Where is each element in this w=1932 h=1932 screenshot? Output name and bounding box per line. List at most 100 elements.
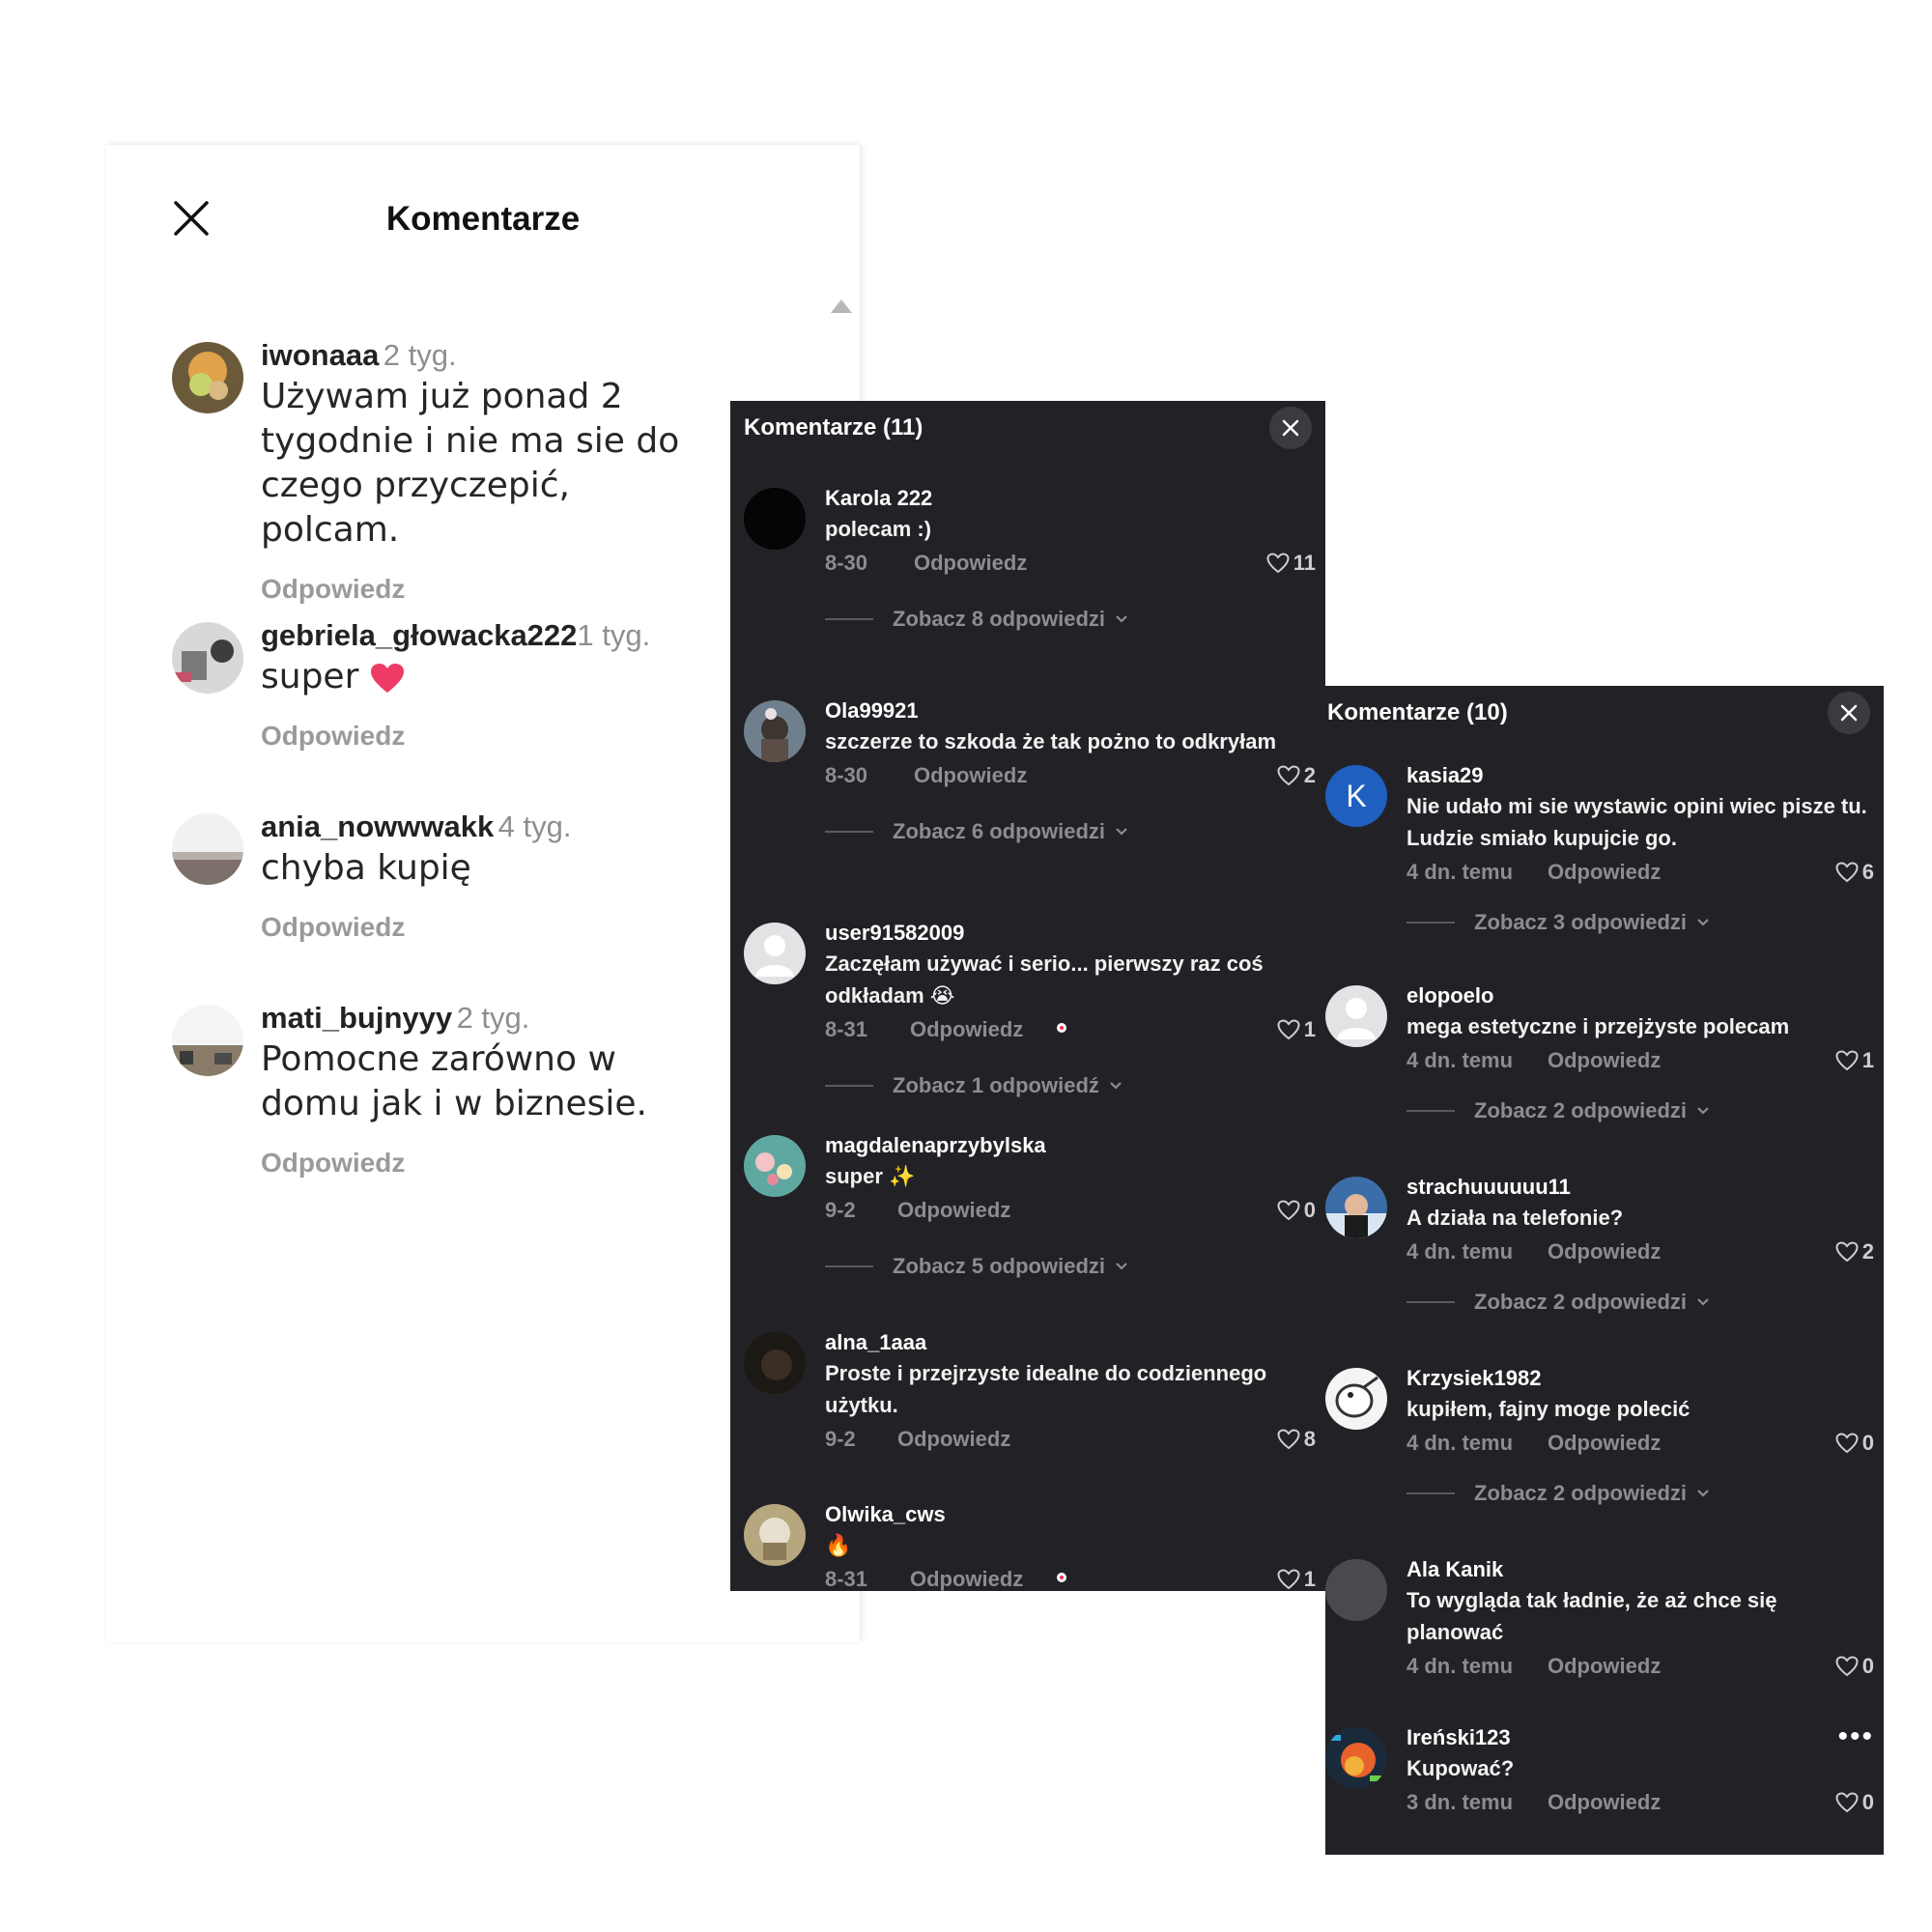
more-options-icon[interactable]: ••• xyxy=(1837,1722,1874,1751)
avatar[interactable] xyxy=(1325,1559,1387,1621)
heart-outline-icon xyxy=(1277,1569,1300,1590)
avatar[interactable] xyxy=(744,488,806,550)
avatar[interactable] xyxy=(1325,985,1387,1047)
comment-item: gebriela_głowacka2221 tyg. super Odpowie… xyxy=(172,618,674,763)
reply-button[interactable]: Odpowiedz xyxy=(910,1017,1023,1042)
panel-title: Komentarze (11) xyxy=(744,414,923,440)
reply-button[interactable]: Odpowiedz xyxy=(897,1198,1010,1223)
like-button[interactable]: 1 xyxy=(1277,1017,1316,1042)
like-button[interactable]: 11 xyxy=(1266,551,1316,576)
comment-text: Proste i przejrzyste idealne do codzienn… xyxy=(825,1361,1267,1417)
comment-text: kupiłem, fajny moge polecić xyxy=(1406,1397,1690,1421)
username[interactable]: ania_nowwwakk xyxy=(261,810,494,843)
username[interactable]: Krzysiek1982 xyxy=(1406,1366,1874,1391)
timestamp: 4 tyg. xyxy=(497,810,572,843)
username[interactable]: Ala Kanik xyxy=(1406,1557,1874,1582)
avatar[interactable] xyxy=(1325,1177,1387,1238)
username[interactable]: iwonaaa xyxy=(261,338,379,372)
view-replies-label: Zobacz 8 odpowiedzi xyxy=(893,607,1106,631)
view-replies-button[interactable]: Zobacz 8 odpowiedzi xyxy=(825,605,1316,634)
like-button[interactable]: 1 xyxy=(1277,1567,1316,1591)
chevron-down-icon xyxy=(1116,615,1127,623)
avatar[interactable] xyxy=(744,923,806,984)
avatar[interactable] xyxy=(744,1135,806,1197)
reply-button[interactable]: Odpowiedz xyxy=(1548,1654,1661,1679)
avatar[interactable] xyxy=(1325,1368,1387,1430)
reply-button[interactable]: Odpowiedz xyxy=(1548,1048,1661,1073)
close-button[interactable] xyxy=(1269,407,1312,449)
avatar[interactable]: K xyxy=(1325,765,1387,827)
view-replies-button[interactable]: Zobacz 2 odpowiedzi xyxy=(1406,1479,1874,1508)
chevron-down-icon xyxy=(1697,919,1709,926)
close-button[interactable] xyxy=(1828,692,1870,734)
view-replies-button[interactable]: Zobacz 2 odpowiedzi xyxy=(1406,1096,1874,1125)
comment-item: ania_nowwwakk 4 tyg. chyba kupię Odpowie… xyxy=(172,810,674,954)
reply-button[interactable]: Odpowiedz xyxy=(914,551,1027,576)
view-replies-button[interactable]: Zobacz 5 odpowiedzi xyxy=(825,1252,1316,1281)
view-replies-button[interactable]: Zobacz 3 odpowiedzi xyxy=(1406,908,1874,937)
avatar[interactable] xyxy=(744,1504,806,1566)
tiktok-comments-panel-1: Komentarze (11) Karola 222 polecam :) 8-… xyxy=(730,401,1325,1591)
heart-outline-icon xyxy=(1835,1656,1859,1677)
username[interactable]: strachuuuuuu11 xyxy=(1406,1175,1874,1200)
like-count: 11 xyxy=(1293,551,1316,575)
like-button[interactable]: 2 xyxy=(1277,763,1316,788)
reply-button[interactable]: Odpowiedz xyxy=(897,1427,1010,1452)
like-button[interactable]: 0 xyxy=(1835,1431,1874,1456)
comment-text: polecam :) xyxy=(825,517,932,541)
reply-button[interactable]: Odpowiedz xyxy=(261,912,705,943)
reply-button[interactable]: Odpowiedz xyxy=(910,1567,1023,1591)
reply-button[interactable]: Odpowiedz xyxy=(1548,860,1661,885)
like-button[interactable]: 6 xyxy=(1835,860,1874,885)
reply-button[interactable]: Odpowiedz xyxy=(1548,1239,1661,1264)
timestamp: 4 dn. temu xyxy=(1406,1431,1514,1455)
like-button[interactable]: 0 xyxy=(1277,1198,1316,1223)
username[interactable]: mati_bujnyyy xyxy=(261,1001,452,1035)
close-icon xyxy=(1282,419,1299,437)
view-replies-button[interactable]: Zobacz 2 odpowiedzi xyxy=(1406,1288,1874,1317)
username[interactable]: kasia29 xyxy=(1406,763,1874,788)
comment-text: 🔥 xyxy=(825,1533,852,1557)
reply-button[interactable]: Odpowiedz xyxy=(261,1148,705,1179)
like-button[interactable]: 0 xyxy=(1835,1790,1874,1815)
username[interactable]: magdalenaprzybylska xyxy=(825,1133,1316,1158)
reply-button[interactable]: Odpowiedz xyxy=(914,763,1027,788)
avatar[interactable] xyxy=(172,342,243,413)
username[interactable]: elopoelo xyxy=(1406,983,1874,1009)
avatar[interactable] xyxy=(744,700,806,762)
username[interactable]: gebriela_głowacka222 xyxy=(261,618,577,652)
timestamp: 8-30 xyxy=(825,763,868,787)
avatar[interactable] xyxy=(172,813,243,885)
username[interactable]: Olwika_cws xyxy=(825,1502,1316,1527)
heart-outline-icon xyxy=(1835,1241,1859,1263)
like-count: 1 xyxy=(1303,1017,1316,1041)
heart-outline-icon xyxy=(1277,1200,1300,1221)
username[interactable]: user91582009 xyxy=(825,921,1316,946)
reply-button[interactable]: Odpowiedz xyxy=(261,721,705,752)
like-button[interactable]: 8 xyxy=(1277,1427,1316,1452)
username[interactable]: Karola 222 xyxy=(825,486,1316,511)
comment-text: Kupować? xyxy=(1406,1756,1515,1780)
reply-button[interactable]: Odpowiedz xyxy=(261,574,705,605)
like-button[interactable]: 2 xyxy=(1835,1239,1874,1264)
chevron-down-icon xyxy=(1110,1082,1122,1090)
view-replies-label: Zobacz 2 odpowiedzi xyxy=(1474,1098,1688,1122)
reply-button[interactable]: Odpowiedz xyxy=(1548,1431,1661,1456)
timestamp: 9-2 xyxy=(825,1198,856,1222)
username[interactable]: Ola99921 xyxy=(825,698,1316,724)
chevron-down-icon xyxy=(1697,1490,1709,1497)
username[interactable]: alna_1aaa xyxy=(825,1330,1316,1355)
like-button[interactable]: 1 xyxy=(1835,1048,1874,1073)
view-replies-button[interactable]: Zobacz 6 odpowiedzi xyxy=(825,817,1316,846)
reply-button[interactable]: Odpowiedz xyxy=(1548,1790,1661,1815)
username[interactable]: Ireński123 xyxy=(1406,1725,1874,1750)
avatar[interactable] xyxy=(744,1332,806,1394)
view-replies-button[interactable]: Zobacz 1 odpowiedź xyxy=(825,1071,1316,1100)
scroll-up-arrow-icon[interactable] xyxy=(831,299,852,313)
like-button[interactable]: 0 xyxy=(1835,1654,1874,1679)
avatar[interactable] xyxy=(1325,1727,1387,1789)
avatar[interactable] xyxy=(172,1005,243,1076)
avatar[interactable] xyxy=(172,622,243,694)
timestamp: 4 dn. temu xyxy=(1406,1239,1514,1264)
timestamp: 1 tyg. xyxy=(577,618,651,652)
